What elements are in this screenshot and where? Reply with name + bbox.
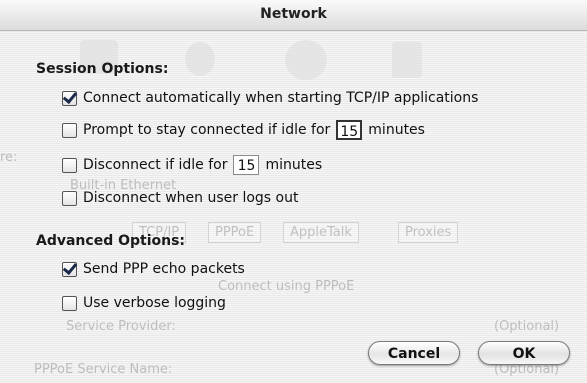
session-options-heading: Session Options: [36,61,169,77]
echo-packets-checkbox[interactable] [62,261,77,277]
ghost-pppoe-service-name: PPPoE Service Name: [34,362,173,377]
connect-automatically-checkbox[interactable] [62,90,77,106]
disconnect-logout-label: Disconnect when user logs out [83,190,299,206]
prompt-idle-checkbox[interactable] [62,122,77,138]
prompt-idle-label: Prompt to stay connected if idle for [83,122,331,138]
connect-automatically-label: Connect automatically when starting TCP/… [83,90,479,106]
echo-packets-option[interactable]: Send PPP echo packets [62,261,245,277]
ghost-tab-pppoe: PPPoE [208,222,262,243]
verbose-logging-option[interactable]: Use verbose logging [62,295,226,311]
title-bar: Network [0,0,587,31]
ghost-configure-label: re: [0,150,18,165]
prompt-idle-minutes-label: minutes [368,122,425,138]
prompt-idle-option[interactable]: Prompt to stay connected if idle for 15 … [62,120,425,140]
dialog-title: Network [260,6,327,22]
ghost-icon-4 [392,42,422,78]
connect-automatically-option[interactable]: Connect automatically when starting TCP/… [62,90,478,106]
disconnect-logout-option[interactable]: Disconnect when user logs out [62,190,298,206]
disconnect-idle-option[interactable]: Disconnect if idle for 15 minutes [62,155,322,175]
ghost-tab-proxies: Proxies [398,222,459,243]
ghost-service-provider: Service Provider: [66,319,176,334]
disconnect-idle-checkbox[interactable] [62,157,77,173]
ok-button[interactable]: OK [478,341,570,365]
disconnect-idle-minutes-label: minutes [265,157,323,173]
disconnect-logout-checkbox[interactable] [62,190,77,206]
disconnect-idle-minutes-field[interactable]: 15 [233,155,260,175]
ghost-optional-1: (Optional) [494,319,560,334]
ghost-globe-icon [285,40,327,80]
verbose-logging-label: Use verbose logging [83,295,226,311]
cancel-button[interactable]: Cancel [368,341,460,365]
echo-packets-label: Send PPP echo packets [83,261,245,277]
ghost-icon-2 [185,42,215,76]
prompt-idle-minutes-field[interactable]: 15 [336,120,363,140]
advanced-options-heading: Advanced Options: [36,233,186,249]
ghost-connect-using: Connect using PPPoE [218,279,355,294]
verbose-logging-checkbox[interactable] [62,295,77,311]
disconnect-idle-label: Disconnect if idle for [83,157,228,173]
ghost-tab-appletalk: AppleTalk [283,222,359,243]
network-sheet: re: Built-in Ethernet TCP/IP PPPoE Apple… [0,0,587,383]
